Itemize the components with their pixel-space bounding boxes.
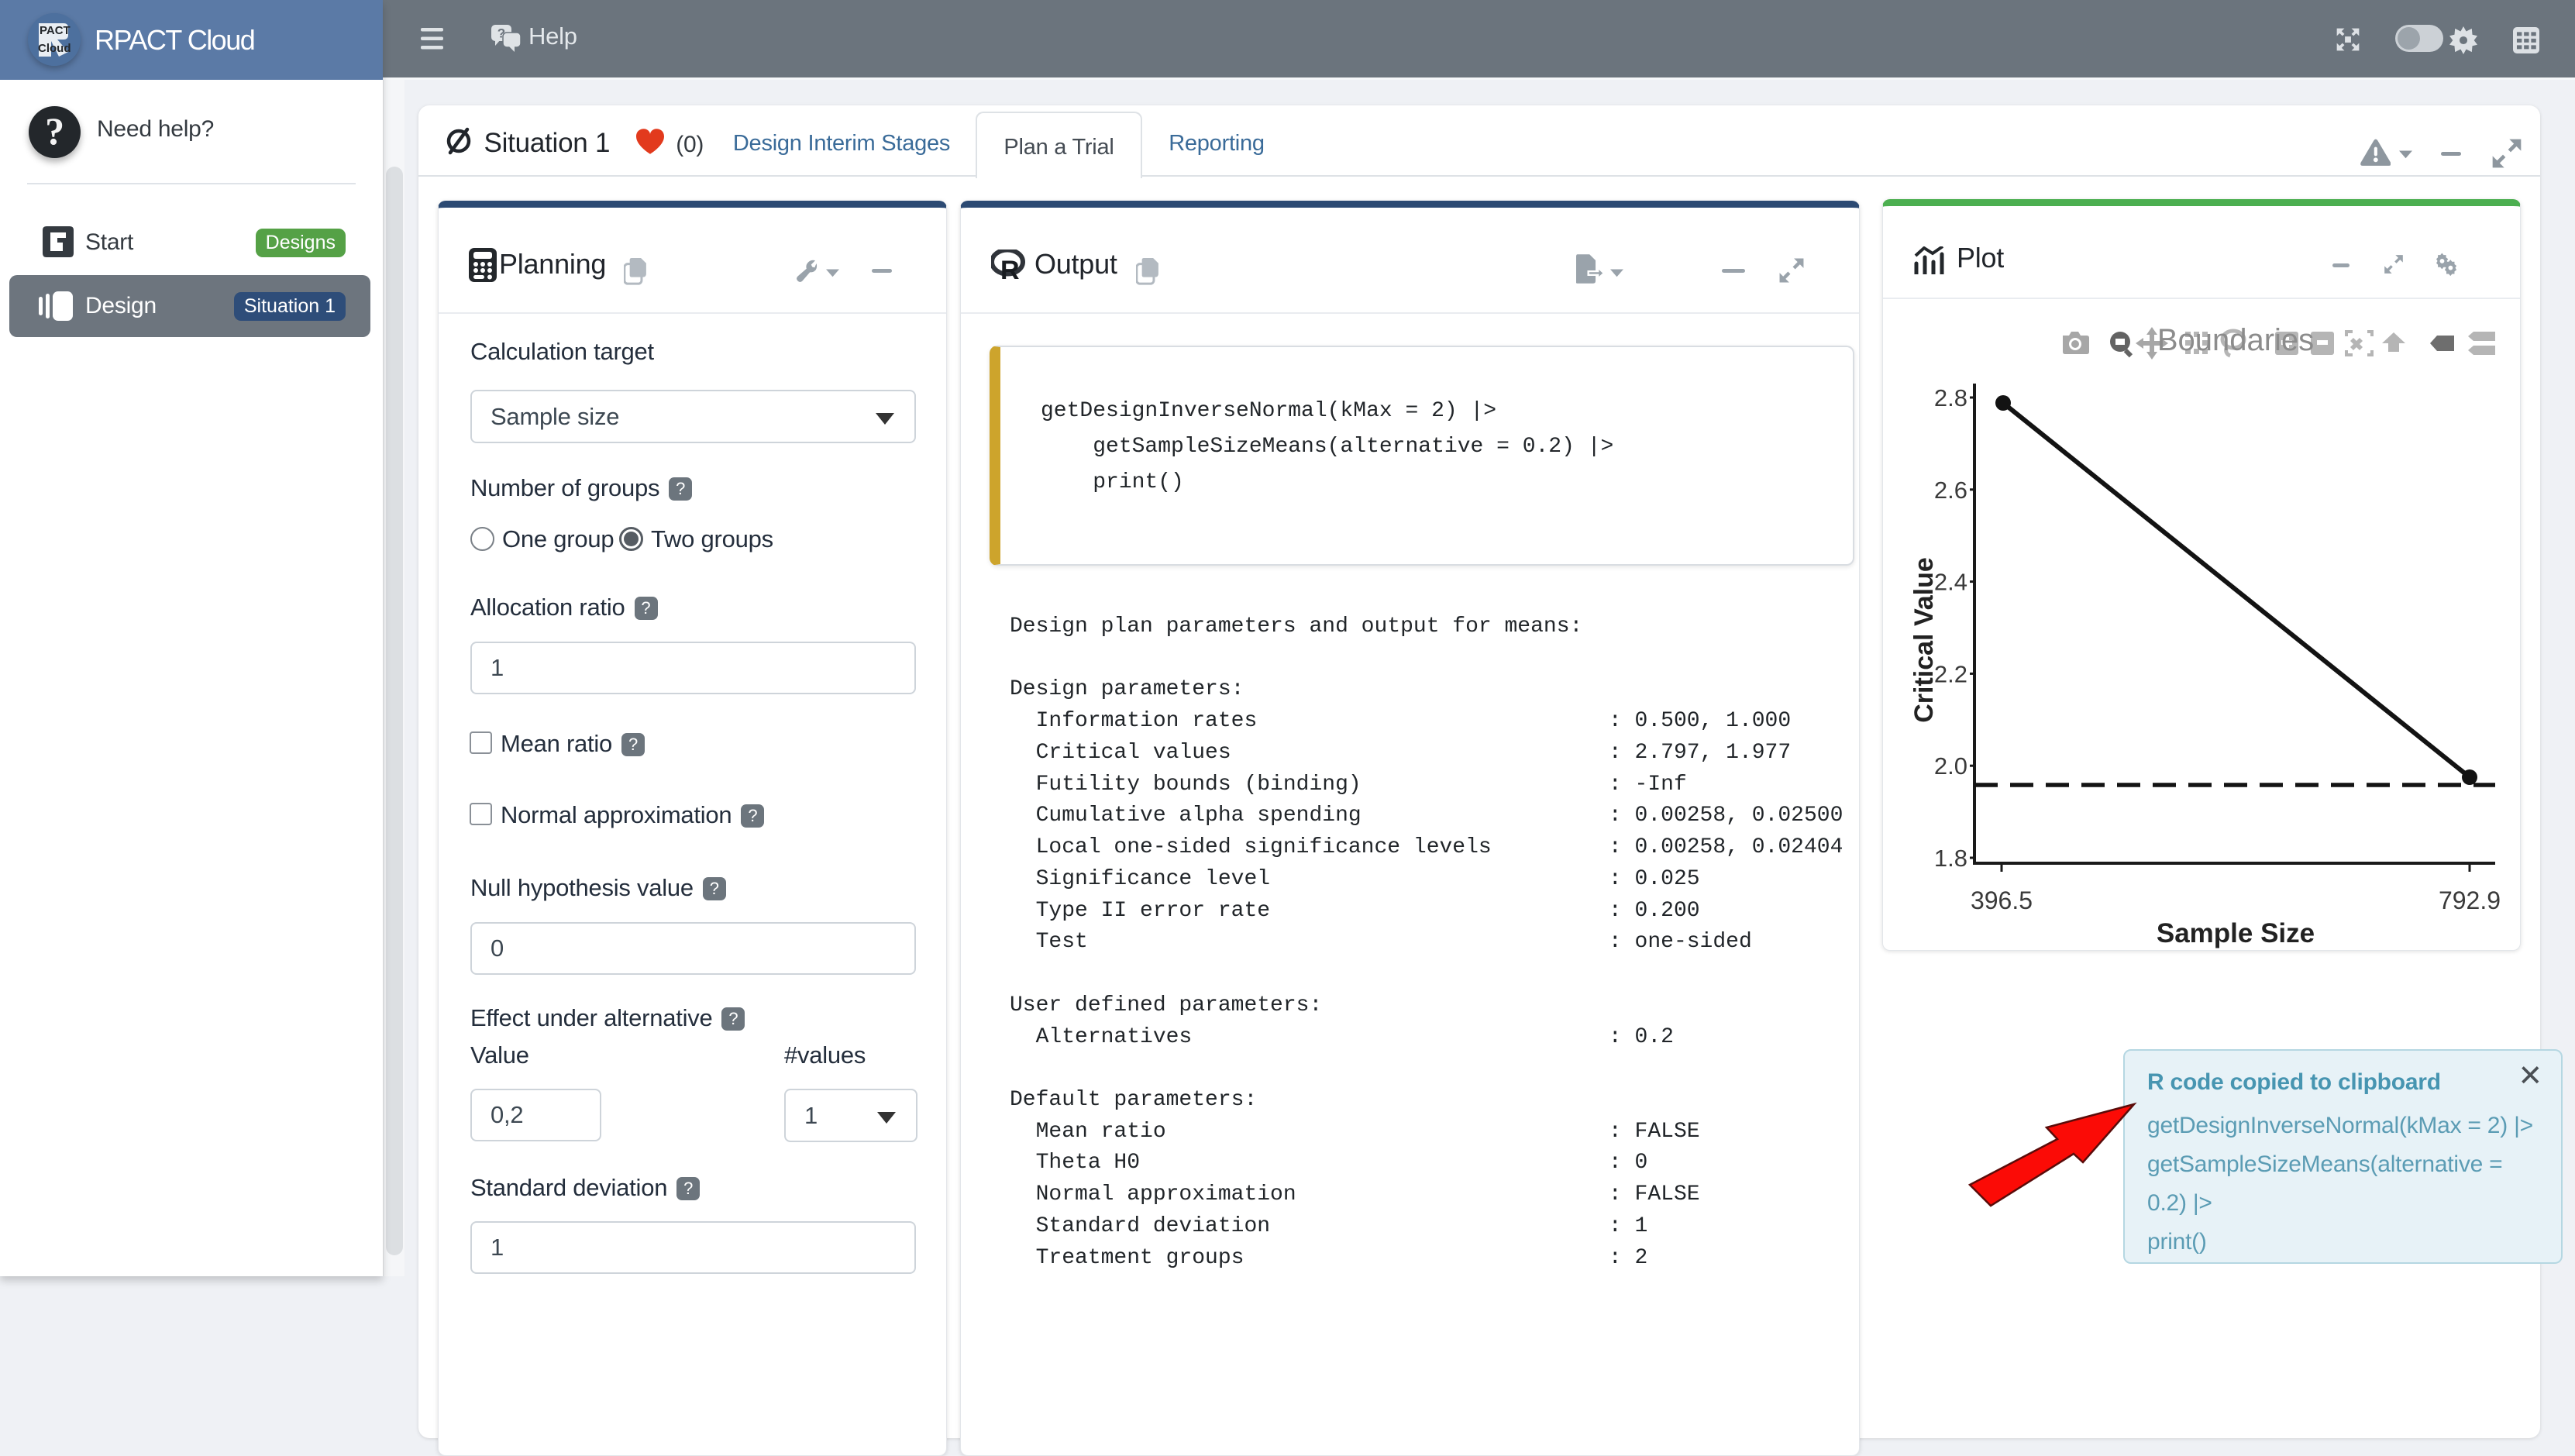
svg-text:Critical Value: Critical Value [1909, 557, 1939, 723]
svg-text:2.8: 2.8 [1934, 384, 1967, 411]
svg-text:2.6: 2.6 [1934, 477, 1967, 504]
svg-text:Boundaries: Boundaries [2157, 323, 2314, 357]
svg-text:792.9: 792.9 [2439, 886, 2501, 914]
svg-text:2.0: 2.0 [1934, 752, 1967, 780]
svg-text:1.8: 1.8 [1934, 845, 1967, 872]
svg-text:PACT: PACT [40, 24, 71, 37]
svg-text:Sample Size: Sample Size [2157, 918, 2315, 948]
svg-text:396.5: 396.5 [1971, 886, 2033, 914]
svg-text:R: R [1000, 256, 1020, 281]
svg-text:Cloud: Cloud [38, 42, 71, 55]
svg-text:2.4: 2.4 [1934, 569, 1967, 596]
svg-text:2.2: 2.2 [1934, 660, 1967, 687]
